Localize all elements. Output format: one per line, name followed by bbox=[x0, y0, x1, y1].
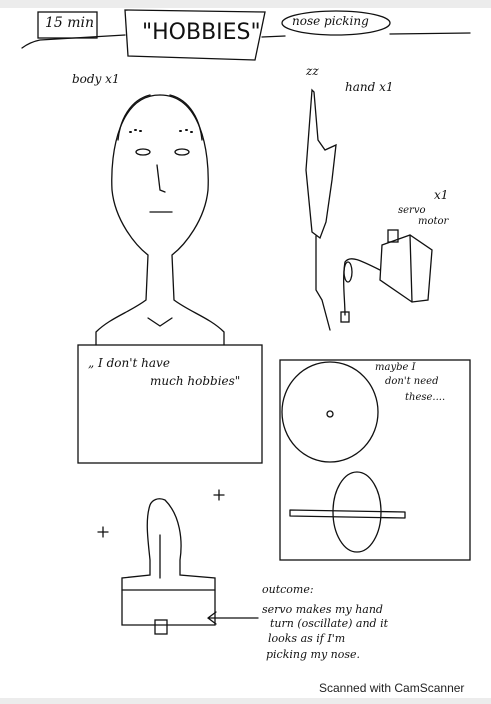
servo-label-2: motor bbox=[418, 216, 449, 227]
outcome-line: servo makes my hand bbox=[262, 603, 383, 616]
camscanner-watermark: Scanned with CamScanner bbox=[319, 681, 465, 695]
outcome-line: picking my nose. bbox=[266, 648, 361, 661]
title-label: "HOBBIES" bbox=[142, 20, 261, 45]
disc-hole bbox=[326, 410, 334, 418]
discs-box bbox=[279, 359, 471, 561]
sketch-drawing bbox=[21, 9, 471, 635]
servo-label-1: servo bbox=[398, 205, 426, 216]
hand-mark: zz bbox=[306, 64, 319, 78]
speech-line-2: much hobbies" bbox=[150, 374, 241, 388]
body-drawing bbox=[95, 94, 225, 346]
outcome-line: looks as if I'm bbox=[268, 632, 346, 645]
disc-front bbox=[281, 361, 379, 463]
discs-note-2: don't need bbox=[385, 376, 439, 387]
hand-drawing bbox=[305, 88, 337, 331]
discs-note-1: maybe I bbox=[375, 362, 416, 373]
disc-rod bbox=[289, 509, 406, 519]
body-label: body x1 bbox=[72, 72, 120, 86]
duration-label: 15 min bbox=[45, 15, 95, 31]
speech-line-1: „ I don't have bbox=[88, 356, 170, 370]
topic-label: nose picking bbox=[292, 14, 369, 28]
servo-qty: x1 bbox=[434, 188, 449, 202]
hand-label: hand x1 bbox=[345, 80, 394, 94]
outcome-figure bbox=[97, 489, 225, 635]
outcome-heading: outcome: bbox=[262, 583, 314, 596]
outcome-line: turn (oscillate) and it bbox=[270, 617, 389, 630]
discs-note-3: these.... bbox=[405, 392, 446, 403]
servo-motor-drawing bbox=[340, 229, 433, 323]
